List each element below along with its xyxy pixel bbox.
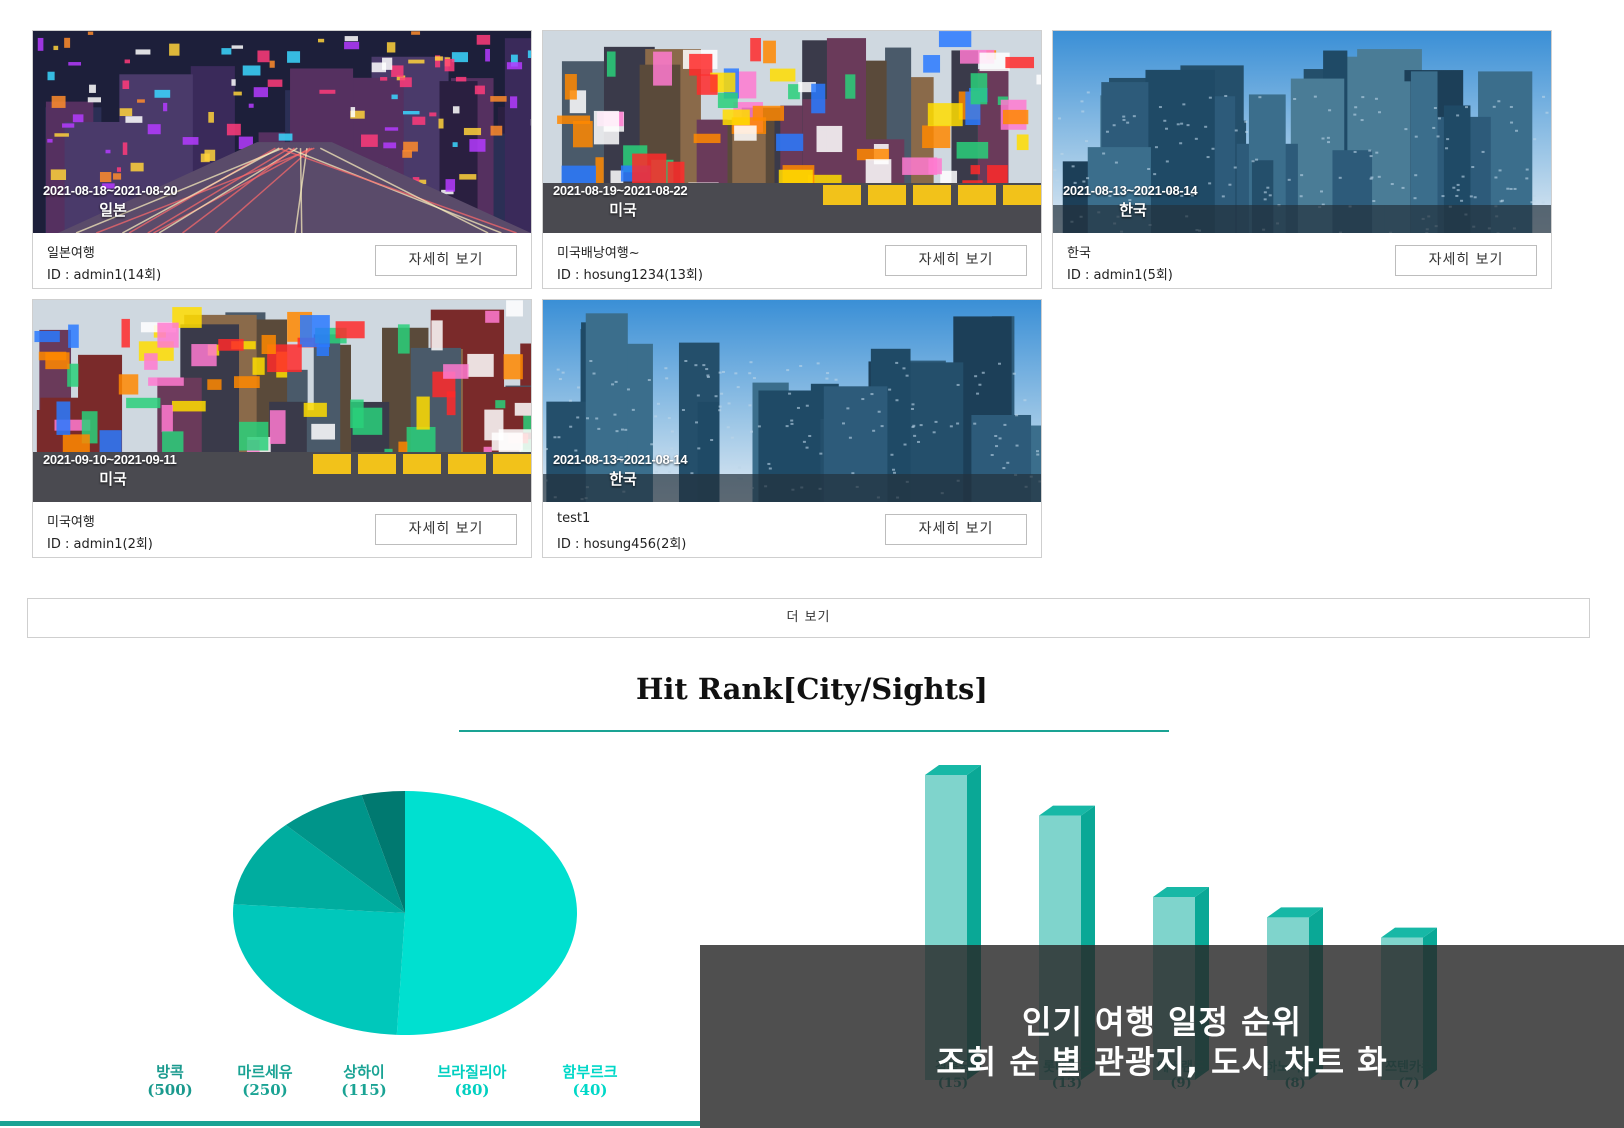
title-underline bbox=[459, 730, 1169, 732]
trip-country: 미국 bbox=[99, 470, 127, 488]
trip-card[interactable]: 2021-09-10~2021-09-11 미국 미국여행 ID : admin… bbox=[32, 299, 532, 558]
trip-thumbnail[interactable]: 2021-09-10~2021-09-11 미국 bbox=[33, 300, 531, 502]
section-title: Hit Rank[City/Sights] bbox=[635, 672, 989, 706]
trip-author: ID : hosung1234(13회) bbox=[557, 268, 703, 283]
pie-legend-item: 함부르크 (40) bbox=[530, 1063, 650, 1099]
taxi-shape bbox=[448, 454, 486, 474]
detail-button[interactable]: 자세히 보기 bbox=[375, 245, 517, 276]
trip-author: ID : hosung456(2회) bbox=[557, 537, 687, 552]
trip-title: test1 bbox=[557, 511, 591, 526]
pie-legend-value: (40) bbox=[572, 1081, 608, 1099]
bottom-accent-bar bbox=[0, 1121, 700, 1126]
caption-line-2: 조회 순 별 관광지, 도시 차트 화 bbox=[936, 1043, 1388, 1081]
taxi-shape bbox=[913, 185, 951, 205]
trip-country: 한국 bbox=[609, 470, 637, 488]
pie-slice bbox=[396, 791, 578, 1035]
pie-legend-label: 브라질리아 bbox=[437, 1063, 507, 1081]
pie-slice bbox=[233, 904, 405, 1035]
trip-thumbnail[interactable]: 2021-08-18~2021-08-20 일본 bbox=[33, 31, 531, 233]
taxi-shape bbox=[313, 454, 351, 474]
more-button[interactable]: 더 보기 bbox=[27, 598, 1590, 638]
detail-button[interactable]: 자세히 보기 bbox=[1395, 245, 1537, 276]
detail-button[interactable]: 자세히 보기 bbox=[885, 245, 1027, 276]
trip-country: 미국 bbox=[609, 201, 637, 219]
trip-thumbnail[interactable]: 2021-08-13~2021-08-14 한국 bbox=[543, 300, 1041, 502]
trip-dates: 2021-09-10~2021-09-11 bbox=[43, 452, 177, 467]
trip-title: 한국 bbox=[1067, 246, 1091, 261]
detail-button[interactable]: 자세히 보기 bbox=[885, 514, 1027, 545]
trip-dates: 2021-08-13~2021-08-14 bbox=[553, 452, 688, 467]
trip-thumbnail[interactable]: 2021-08-19~2021-08-22 미국 bbox=[543, 31, 1041, 233]
pie-legend-label: 상하이 bbox=[343, 1063, 385, 1081]
trip-card[interactable]: 2021-08-13~2021-08-14 한국 한국 ID : admin1(… bbox=[1052, 30, 1552, 289]
trip-author: ID : admin1(2회) bbox=[47, 537, 153, 552]
trip-title: 미국배낭여행~ bbox=[557, 246, 640, 261]
pie-chart-svg bbox=[233, 791, 578, 1035]
trip-author: ID : admin1(5회) bbox=[1067, 268, 1173, 283]
trip-dates: 2021-08-19~2021-08-22 bbox=[553, 183, 688, 198]
pie-legend-item: 브라질리아 (80) bbox=[412, 1063, 532, 1099]
taxi-shape bbox=[403, 454, 441, 474]
pie-legend-item: 상하이 (115) bbox=[304, 1063, 424, 1099]
trip-title: 미국여행 bbox=[47, 515, 95, 530]
pie-legend-value: (80) bbox=[454, 1081, 490, 1099]
pie-legend-label: 함부르크 bbox=[562, 1063, 618, 1081]
taxi-shape bbox=[1003, 185, 1041, 205]
trip-dates: 2021-08-13~2021-08-14 bbox=[1063, 183, 1198, 198]
detail-button[interactable]: 자세히 보기 bbox=[375, 514, 517, 545]
trip-card[interactable]: 2021-08-13~2021-08-14 한국 test1 ID : hosu… bbox=[542, 299, 1042, 558]
pie-chart bbox=[140, 780, 660, 1100]
trip-thumbnail[interactable]: 2021-08-13~2021-08-14 한국 bbox=[1053, 31, 1551, 233]
trip-author: ID : admin1(14회) bbox=[47, 268, 162, 283]
pie-legend-value: (115) bbox=[341, 1081, 387, 1099]
taxi-shape bbox=[958, 185, 996, 205]
taxi-shape bbox=[823, 185, 861, 205]
trip-card[interactable]: 2021-08-18~2021-08-20 일본 일본여행 ID : admin… bbox=[32, 30, 532, 289]
caption-overlay: 인기 여행 일정 순위 조회 순 별 관광지, 도시 차트 화 bbox=[700, 945, 1624, 1128]
taxi-shape bbox=[493, 454, 531, 474]
taxi-shape bbox=[868, 185, 906, 205]
trip-dates: 2021-08-18~2021-08-20 bbox=[43, 183, 178, 198]
taxi-shape bbox=[358, 454, 396, 474]
trip-country: 일본 bbox=[99, 201, 127, 219]
trip-card[interactable]: 2021-08-19~2021-08-22 미국 미국배낭여행~ ID : ho… bbox=[542, 30, 1042, 289]
trip-title: 일본여행 bbox=[47, 246, 95, 261]
trip-country: 한국 bbox=[1119, 201, 1147, 219]
